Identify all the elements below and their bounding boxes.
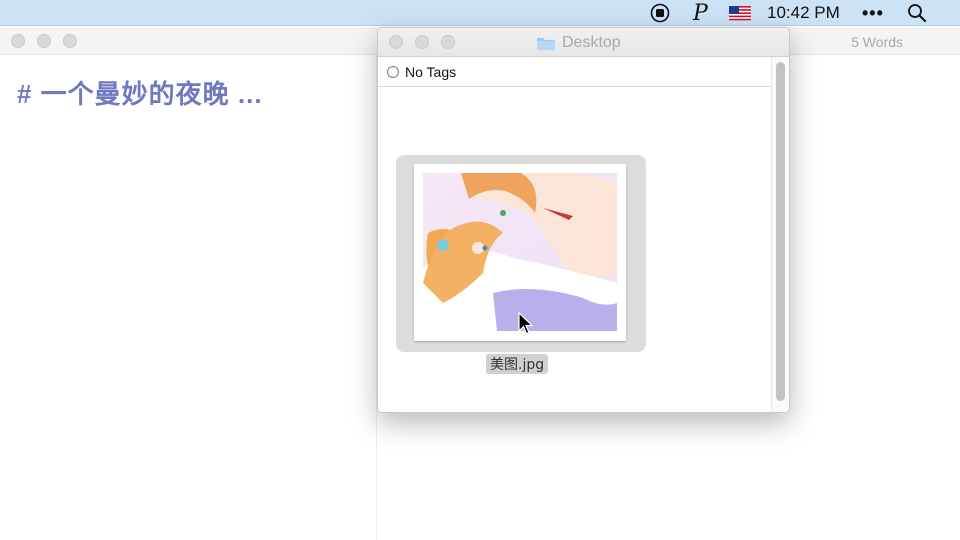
word-count: 5 Words	[851, 34, 903, 50]
us-flag-icon[interactable]	[729, 0, 751, 26]
folder-icon	[537, 37, 555, 50]
window-title-label: Desktop	[562, 33, 621, 51]
menu-bar: P 10:42 PM •••	[0, 0, 960, 26]
tag-filter-bar: No Tags	[378, 57, 772, 87]
zoom-button[interactable]	[63, 34, 77, 48]
menu-clock[interactable]: 10:42 PM	[767, 0, 840, 26]
tag-radio-button[interactable]	[387, 65, 399, 78]
minimize-button[interactable]	[415, 35, 429, 49]
finder-window: Desktop No Tags 美图.jpg	[377, 27, 790, 413]
p-menu-extra[interactable]: P	[693, 0, 708, 26]
tag-filter-label[interactable]: No Tags	[405, 64, 456, 80]
record-stop-icon[interactable]	[650, 0, 670, 26]
zoom-button[interactable]	[441, 35, 455, 49]
mouse-pointer-icon	[518, 312, 534, 335]
minimize-button[interactable]	[37, 34, 51, 48]
search-icon[interactable]	[907, 0, 927, 26]
more-menu-extras[interactable]: •••	[862, 0, 884, 26]
close-button[interactable]	[389, 35, 403, 49]
file-name-label[interactable]: 美图.jpg	[486, 354, 549, 374]
close-button[interactable]	[11, 34, 25, 48]
image-thumbnail[interactable]	[423, 173, 617, 331]
vertical-scrollbar[interactable]	[771, 57, 789, 412]
window-title: Desktop	[536, 28, 621, 57]
scrollbar-thumb[interactable]	[776, 62, 785, 401]
finder-title-bar[interactable]: Desktop	[378, 28, 789, 57]
editor-heading[interactable]: # 一个曼妙的夜晚 ...	[17, 74, 263, 111]
